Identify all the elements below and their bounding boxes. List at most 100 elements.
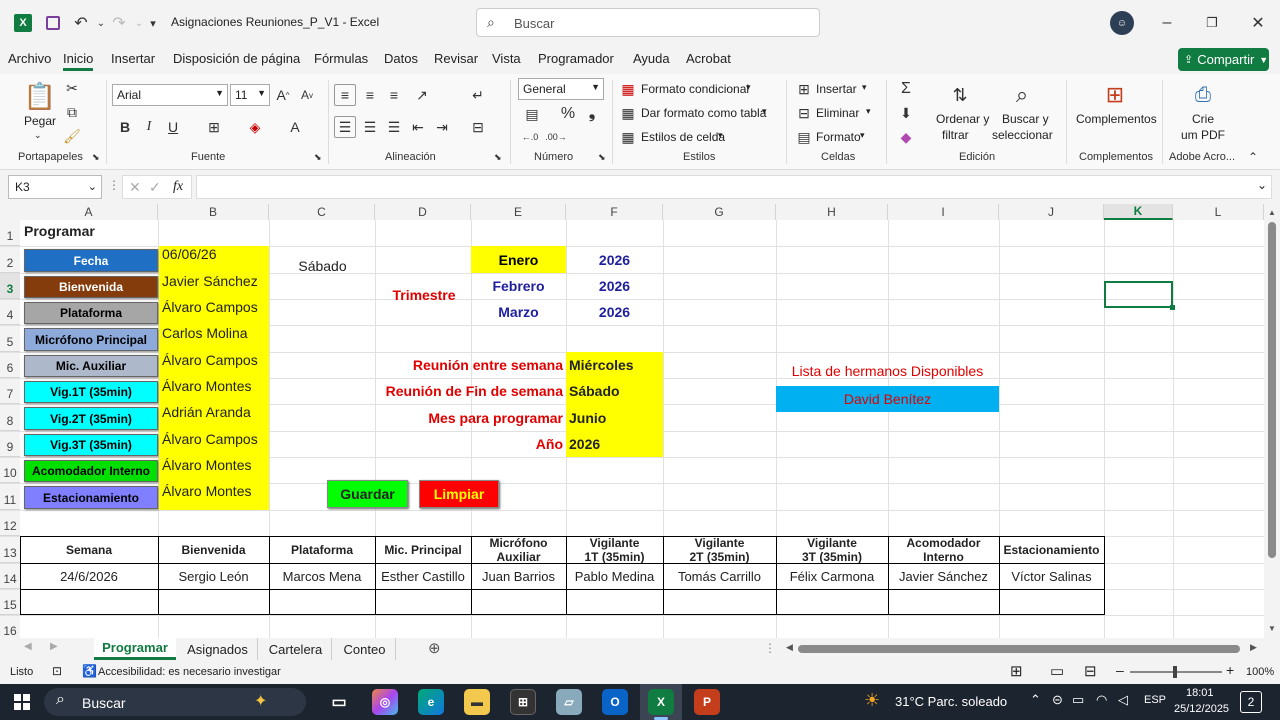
copilot-icon[interactable]: ◎ [372, 689, 398, 715]
param-value[interactable]: Junio [566, 404, 663, 431]
clock-date[interactable]: 25/12/2025 [1174, 703, 1229, 715]
scroll-left-icon[interactable]: ◀ [786, 642, 793, 653]
enter-icon[interactable]: ✓ [149, 179, 161, 196]
minimize-icon[interactable]: – [1152, 8, 1182, 38]
outlook-icon[interactable]: O [602, 689, 628, 715]
insert-cells-label[interactable]: Insertar [816, 82, 857, 96]
chevron-up-icon[interactable]: ⌃ [1030, 692, 1041, 708]
row-header-14[interactable]: 14 [0, 563, 20, 589]
launcher-icon[interactable]: ⬊ [598, 152, 606, 163]
month-name[interactable]: Enero [471, 246, 566, 273]
cell-styles-icon[interactable]: ▦ [620, 129, 636, 145]
file-explorer-icon[interactable]: ▬ [464, 689, 490, 715]
find-select-label-1[interactable]: Buscar y [1002, 112, 1049, 126]
zoom-out-icon[interactable]: – [1116, 662, 1124, 678]
create-pdf-icon[interactable]: ⎙ [1188, 80, 1218, 110]
format-cells-label[interactable]: Formato [816, 130, 861, 144]
increase-indent-icon[interactable]: ⇥ [432, 116, 452, 138]
column-header-k[interactable]: K [1104, 204, 1173, 220]
font-color-icon[interactable]: A [286, 118, 304, 136]
table-cell[interactable]: Juan Barrios [471, 563, 566, 589]
row-header-11[interactable]: 11 [0, 483, 20, 510]
row-header-15[interactable]: 15 [0, 589, 20, 615]
list-item[interactable]: David Benítez [776, 386, 999, 412]
param-value[interactable]: 2026 [566, 431, 663, 457]
decrease-font-icon[interactable]: Av [298, 86, 316, 104]
wrap-text-icon[interactable]: ↵ [468, 84, 488, 106]
paste-label[interactable]: Pegar [24, 114, 56, 128]
chevron-down-icon[interactable]: ▾ [862, 82, 867, 93]
tab-asignados[interactable]: Asignados [178, 638, 258, 660]
fill-color-icon[interactable]: ◈ [246, 118, 264, 136]
sort-filter-label-1[interactable]: Ordenar y [936, 112, 989, 126]
month-name[interactable]: Marzo [471, 299, 566, 325]
font-size-select[interactable]: 11 ▼ [230, 84, 270, 106]
collapse-ribbon-icon[interactable]: ⌃ [1248, 150, 1258, 164]
excel-taskbar-icon[interactable]: X [648, 689, 674, 715]
menu-ayuda[interactable]: Ayuda [633, 51, 670, 66]
delete-cells-label[interactable]: Eliminar [816, 106, 859, 120]
orientation-icon[interactable]: ↗ [410, 84, 434, 106]
row-header-16[interactable]: 16 [0, 615, 20, 638]
column-header-l[interactable]: L [1173, 204, 1264, 220]
battery-icon[interactable]: ▭ [1072, 692, 1084, 708]
clock-time[interactable]: 18:01 [1186, 687, 1214, 699]
tab-programar[interactable]: Programar [94, 638, 176, 660]
insert-function-icon[interactable]: fx [173, 179, 183, 195]
font-name-select[interactable]: Arial ▼ [112, 84, 228, 106]
create-pdf-label-1[interactable]: Crie [1192, 112, 1214, 126]
sort-filter-label-2[interactable]: filtrar [942, 128, 969, 142]
chevron-down-icon[interactable]: ▾ [762, 106, 767, 117]
name-box[interactable]: K3 ⌄ [8, 175, 102, 199]
role-value[interactable]: Adrián Aranda [159, 404, 269, 431]
horizontal-scroll-thumb[interactable] [798, 645, 1240, 653]
number-format-select[interactable]: General ▼ [518, 78, 604, 100]
role-value[interactable]: Álvaro Campos [159, 352, 269, 378]
page-break-icon[interactable]: ⊟ [1084, 662, 1097, 680]
conditional-format-label[interactable]: Formato condicional [641, 82, 749, 96]
increase-font-icon[interactable]: A ^ [274, 86, 292, 104]
create-pdf-label-2[interactable]: um PDF [1181, 128, 1225, 142]
search-box[interactable]: ⌕ Buscar [476, 8, 820, 37]
table-cell[interactable]: Tomás Carrillo [663, 563, 776, 589]
param-value[interactable]: Miércoles [566, 352, 663, 378]
addins-icon[interactable]: ⊞ [1100, 80, 1130, 110]
launcher-icon[interactable]: ⬊ [494, 152, 502, 163]
menu-programador[interactable]: Programador [538, 51, 614, 66]
menu-acrobat[interactable]: Acrobat [686, 51, 731, 66]
launcher-icon[interactable]: ⬊ [92, 152, 100, 163]
role-value[interactable]: Álvaro Montes [159, 457, 269, 483]
windows-start-icon[interactable] [14, 694, 30, 710]
task-view-icon[interactable]: ▭ [326, 689, 352, 715]
month-year[interactable]: 2026 [566, 246, 663, 273]
prev-sheet-icon[interactable]: ◀ [24, 641, 32, 652]
edge-icon[interactable]: e [418, 689, 444, 715]
powerpoint-icon[interactable]: P [694, 689, 720, 715]
table-cell[interactable]: Marcos Mena [269, 563, 375, 589]
zoom-level[interactable]: 100% [1246, 666, 1274, 678]
scroll-thumb[interactable] [1268, 222, 1276, 558]
language-indicator[interactable]: ESP [1144, 694, 1166, 706]
row-header-4[interactable]: 4 [0, 299, 20, 325]
volume-icon[interactable]: ◁ [1118, 692, 1128, 708]
tab-conteo[interactable]: Conteo [334, 638, 396, 660]
role-value[interactable]: Carlos Molina [159, 325, 269, 352]
format-painter-icon[interactable]: 🖌 [63, 128, 81, 144]
italic-icon[interactable]: I [141, 118, 157, 136]
bold-icon[interactable]: B [117, 118, 133, 136]
notepad-icon[interactable]: ▱ [556, 689, 582, 715]
table-cell[interactable]: 24/6/2026 [20, 563, 158, 589]
row-header-13[interactable]: 13 [0, 536, 20, 563]
zoom-slider-thumb[interactable] [1173, 666, 1177, 678]
scroll-up-icon[interactable]: ▲ [1268, 208, 1276, 217]
role-value[interactable]: Javier Sánchez [159, 273, 269, 299]
wifi-icon[interactable]: ◠ [1096, 692, 1107, 708]
merge-center-icon[interactable]: ⊟ [466, 116, 490, 138]
align-center-icon[interactable]: ☰ [360, 116, 380, 138]
table-cell[interactable]: Félix Carmona [776, 563, 888, 589]
conditional-format-icon[interactable]: ▦ [620, 81, 636, 97]
chevron-down-icon[interactable]: ⌄ [34, 130, 42, 141]
zoom-in-icon[interactable]: + [1226, 662, 1234, 678]
cancel-icon[interactable]: ✕ [129, 179, 141, 196]
menu-archivo[interactable]: Archivo [8, 51, 51, 66]
